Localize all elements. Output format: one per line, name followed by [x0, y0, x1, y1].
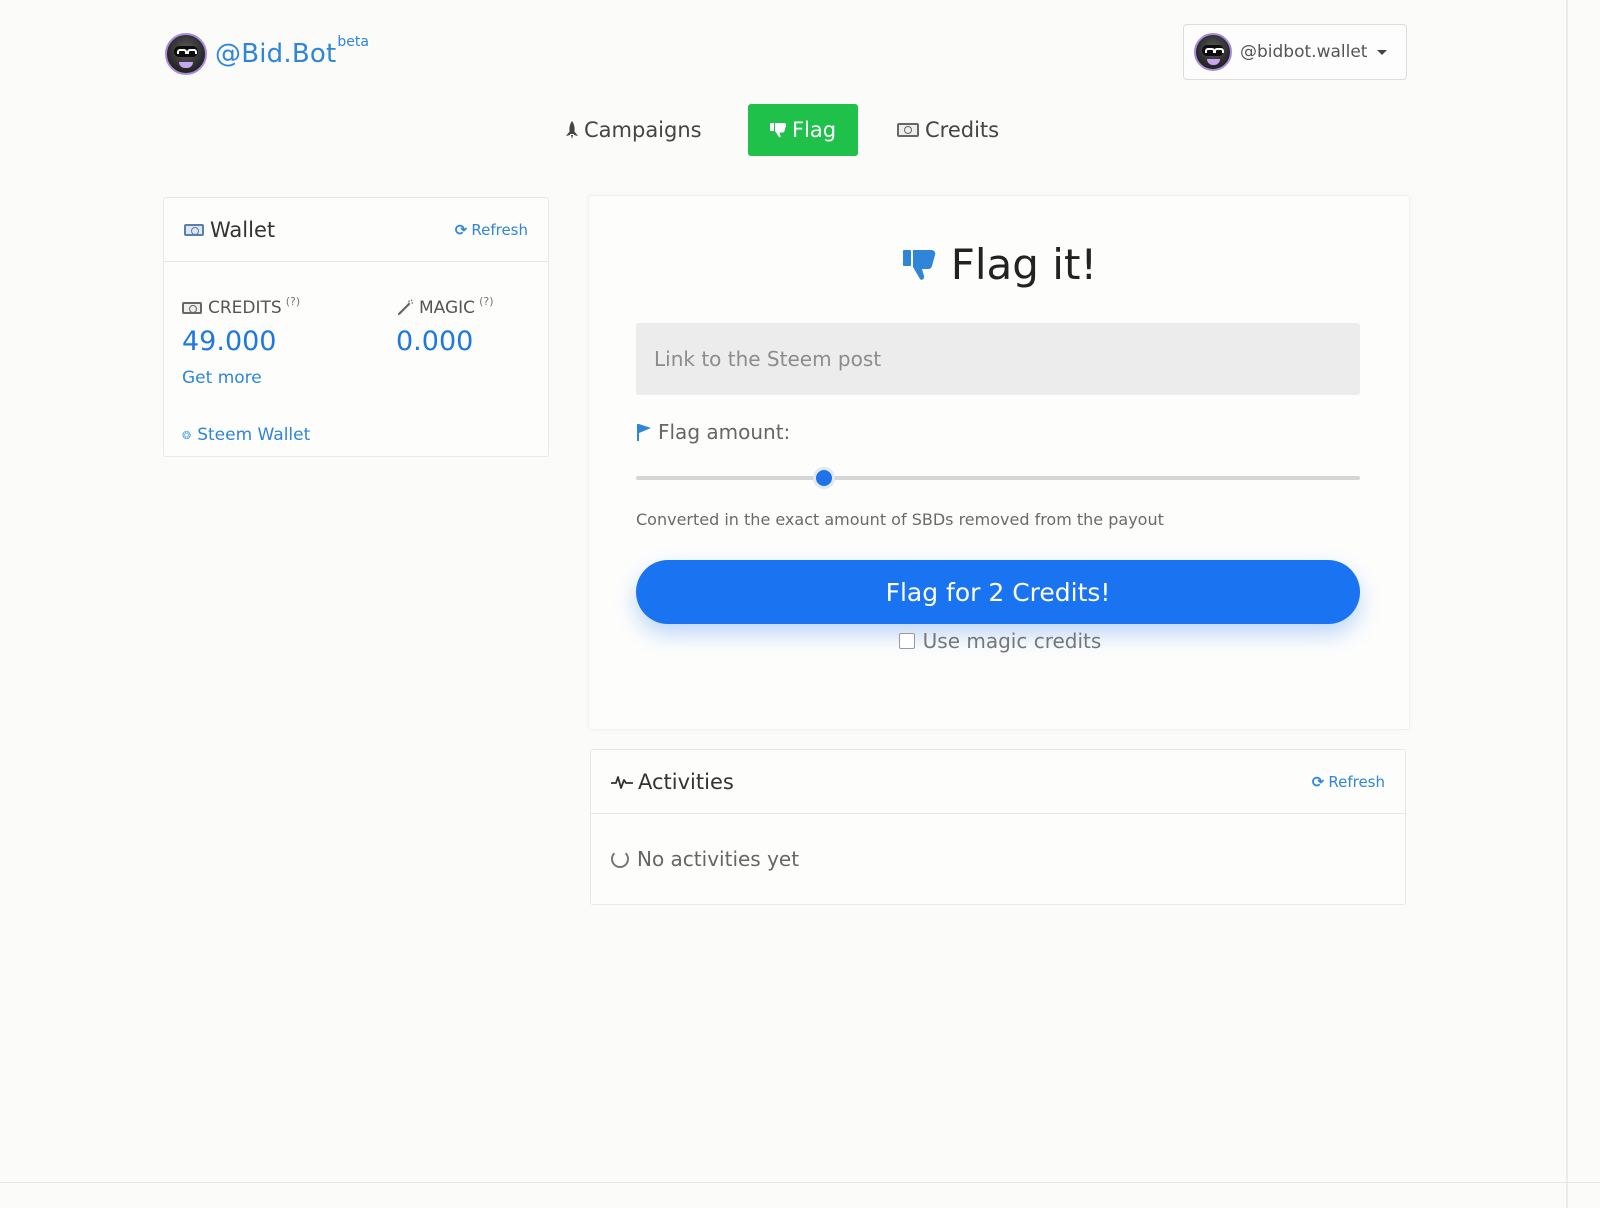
activities-refresh-button[interactable]: ⟳ Refresh: [1312, 773, 1385, 791]
use-magic-credits-label[interactable]: Use magic credits: [923, 629, 1102, 653]
tab-credits-label: Credits: [925, 118, 1000, 142]
steem-icon: ❂: [182, 428, 192, 442]
wallet-title: Wallet: [184, 218, 275, 242]
wallet-money-icon: [184, 223, 204, 236]
brand-logo-link[interactable]: @Bid.Bot beta: [165, 30, 369, 78]
tab-flag-label: Flag: [791, 118, 837, 142]
activities-header: Activities ⟳ Refresh: [591, 750, 1405, 814]
tab-flag[interactable]: Flag: [748, 104, 858, 156]
steem-post-link-input[interactable]: [636, 323, 1360, 395]
get-more-link[interactable]: Get more: [182, 368, 262, 388]
magic-label-text: MAGIC: [419, 298, 476, 318]
brand-name: @Bid.Bot: [215, 39, 337, 69]
tab-campaigns[interactable]: Campaigns: [564, 104, 702, 156]
activities-empty-message: No activities yet: [637, 847, 800, 871]
steem-wallet-link[interactable]: ❂ Steem Wallet: [182, 425, 310, 445]
main-nav: Campaigns Flag Credits: [0, 104, 1566, 156]
wallet-refresh-button[interactable]: ⟳ Refresh: [455, 221, 528, 239]
activities-refresh-label: Refresh: [1328, 772, 1385, 791]
pulse-icon: [611, 775, 633, 789]
activities-title-text: Activities: [638, 769, 734, 794]
flag-icon: [637, 424, 651, 441]
flag-submit-button[interactable]: Flag for 2 Credits!: [636, 560, 1360, 624]
wallet-refresh-label: Refresh: [471, 220, 528, 239]
flag-title-text: Flag it!: [950, 240, 1098, 289]
loading-spinner-icon: [611, 850, 629, 868]
activities-empty-state: No activities yet: [591, 814, 1405, 904]
robot-avatar-icon: [165, 33, 207, 75]
flag-amount-slider[interactable]: [636, 467, 1360, 489]
credits-value: 49.000: [182, 326, 277, 357]
magic-stat: MAGIC (?) 0.000: [396, 295, 493, 358]
thumbs-down-icon: [902, 249, 935, 280]
use-magic-credits-checkbox[interactable]: [898, 633, 915, 649]
activities-title: Activities: [611, 770, 734, 794]
magic-label: MAGIC (?): [396, 295, 493, 318]
account-dropdown-button[interactable]: @bidbot.wallet: [1183, 24, 1407, 80]
flag-amount-label: Flag amount:: [636, 420, 790, 444]
refresh-icon: ⟳: [454, 220, 468, 239]
wallet-header: Wallet ⟳ Refresh: [164, 198, 548, 262]
flag-title: Flag it!: [589, 240, 1411, 289]
activities-panel: Activities ⟳ Refresh No activities yet: [590, 749, 1406, 905]
flag-amount-hint: Converted in the exact amount of SBDs re…: [636, 510, 1164, 529]
magic-help-icon[interactable]: (?): [479, 295, 493, 308]
use-magic-credits-row: Use magic credits: [589, 629, 1411, 653]
caret-down-icon: [1377, 49, 1388, 55]
account-avatar-icon: [1194, 33, 1232, 71]
credits-label-text: CREDITS: [208, 298, 282, 318]
thumbs-down-icon: [769, 123, 787, 138]
rocket-icon: [566, 121, 578, 139]
magic-wand-icon: [397, 299, 413, 316]
wallet-title-text: Wallet: [210, 217, 276, 242]
wallet-panel: Wallet ⟳ Refresh CREDITS (?) 49.000 MAGI…: [163, 197, 549, 457]
viewport-bottom-edge: [0, 1182, 1600, 1183]
steem-wallet-label: Steem Wallet: [197, 425, 311, 445]
slider-handle[interactable]: [813, 467, 836, 489]
magic-value: 0.000: [396, 326, 474, 357]
credits-label: CREDITS (?): [182, 295, 300, 318]
credits-money-icon: [182, 302, 202, 314]
tab-credits[interactable]: Credits: [897, 104, 999, 156]
flag-amount-label-text: Flag amount:: [658, 420, 791, 444]
money-icon: [897, 123, 919, 137]
credits-help-icon[interactable]: (?): [286, 295, 300, 308]
credits-stat: CREDITS (?) 49.000: [182, 295, 300, 357]
account-name: @bidbot.wallet: [1240, 42, 1368, 62]
refresh-icon: ⟳: [1311, 772, 1325, 791]
viewport-right-edge: [1566, 0, 1568, 1208]
beta-badge: beta: [337, 34, 369, 50]
flag-form-card: Flag it! Flag amount: Converted in the e…: [588, 195, 1410, 730]
tab-campaigns-label: Campaigns: [584, 118, 702, 142]
